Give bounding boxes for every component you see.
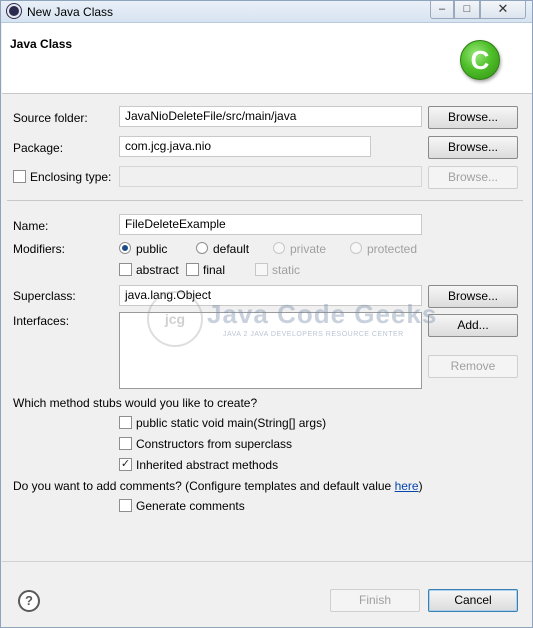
footer-separator [2,561,532,562]
modifier-abstract-checkbox[interactable] [119,263,132,276]
comments-question-end: ) [418,479,423,493]
enclosing-type-input [119,166,422,187]
java-class-logo-icon: C [460,40,500,80]
source-folder-input[interactable]: JavaNioDeleteFile/src/main/java [119,106,422,127]
configure-templates-link[interactable]: here [395,479,419,493]
modifier-private-label: private [290,242,327,256]
superclass-browse-button[interactable]: Browse... [428,285,518,308]
stub-constructors-label: Constructors from superclass [136,437,293,451]
modifier-static-label: static [272,263,301,277]
window-title: New Java Class [27,5,114,19]
modifier-default-label: default [213,242,250,256]
stub-inherited-checkbox[interactable]: ✓ [119,458,132,471]
modifier-public-radio[interactable] [119,242,131,254]
checkmark-icon: ✓ [120,458,131,470]
minimize-button[interactable]: – [430,1,454,19]
help-icon[interactable]: ? [18,590,40,612]
package-label: Package: [13,141,64,155]
modifier-final-checkbox[interactable] [186,263,199,276]
package-input[interactable]: com.jcg.java.nio [119,136,371,157]
interfaces-remove-button: Remove [428,355,518,378]
source-folder-label: Source folder: [13,111,88,125]
package-browse-button[interactable]: Browse... [428,136,518,159]
watermark-subtitle: JAVA 2 JAVA DEVELOPERS RESOURCE CENTER [223,331,404,338]
modifier-private-radio [273,242,285,254]
name-label: Name: [13,219,49,233]
interfaces-add-button[interactable]: Add... [428,314,518,337]
enclosing-type-checkbox[interactable] [13,170,26,183]
comments-question: Do you want to add comments? (Configure … [13,479,423,493]
radio-selected-dot [122,245,128,251]
modifier-abstract-label: abstract [136,263,179,277]
superclass-label: Superclass: [13,289,76,303]
modifier-protected-radio [350,242,362,254]
finish-button: Finish [330,589,420,612]
enclosing-type-browse-button: Browse... [428,166,518,189]
modifier-public-label: public [136,242,168,256]
stub-main-label: public static void main(String[] args) [136,416,327,430]
modifier-protected-label: protected [367,242,418,256]
separator [7,200,523,201]
maximize-button[interactable]: □ [454,1,480,19]
enclosing-type-label: Enclosing type: [30,170,112,184]
class-name-input[interactable]: FileDeleteExample [119,214,422,235]
modifier-final-label: final [203,263,226,277]
comments-question-text: Do you want to add comments? (Configure … [13,479,395,493]
method-stubs-question: Which method stubs would you like to cre… [13,396,258,410]
modifiers-label: Modifiers: [13,242,66,256]
jcg-watermark-logo: jcg [147,291,203,347]
watermark-title: Java Code Geeks [207,299,438,329]
modifier-default-radio[interactable] [196,242,208,254]
stub-inherited-label: Inherited abstract methods [136,458,279,472]
eclipse-icon [7,4,21,18]
generate-comments-checkbox[interactable] [119,499,132,512]
interfaces-label: Interfaces: [13,314,70,328]
source-folder-browse-button[interactable]: Browse... [428,106,518,129]
title-bar[interactable]: New Java Class – □ ✕ [1,1,532,23]
page-title: Java Class [10,37,73,51]
new-java-class-dialog: New Java Class – □ ✕ Java Class C Source… [0,0,533,628]
stub-main-checkbox[interactable] [119,416,132,429]
close-button[interactable]: ✕ [480,1,526,19]
cancel-button[interactable]: Cancel [428,589,518,612]
modifier-static-checkbox [255,263,268,276]
wizard-banner: Java Class C [2,23,532,94]
generate-comments-label: Generate comments [136,499,245,513]
stub-constructors-checkbox[interactable] [119,437,132,450]
